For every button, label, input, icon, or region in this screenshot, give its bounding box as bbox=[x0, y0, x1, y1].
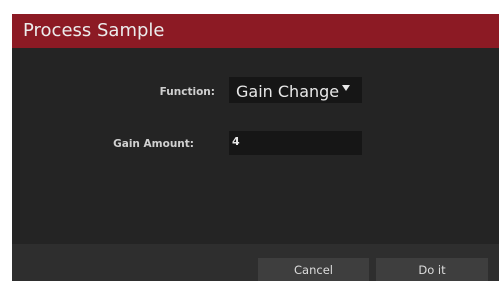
chevron-down-icon bbox=[342, 85, 350, 91]
gain-amount-field[interactable]: 4 bbox=[229, 131, 362, 155]
gain-amount-value: 4 bbox=[232, 135, 240, 148]
function-selected-value: Gain Change bbox=[236, 82, 340, 101]
dialog-title: Process Sample bbox=[23, 20, 165, 41]
cancel-button[interactable]: Cancel bbox=[258, 258, 369, 281]
gain-amount-label: Gain Amount: bbox=[113, 138, 194, 150]
dialog-footer: Cancel Do it bbox=[12, 244, 499, 281]
do-it-button[interactable]: Do it bbox=[376, 258, 488, 281]
process-sample-dialog: Process Sample Function: Gain Change Gai… bbox=[12, 14, 499, 281]
title-bar: Process Sample bbox=[12, 14, 499, 48]
function-select[interactable]: Gain Change bbox=[229, 77, 362, 103]
function-label: Function: bbox=[159, 86, 215, 98]
